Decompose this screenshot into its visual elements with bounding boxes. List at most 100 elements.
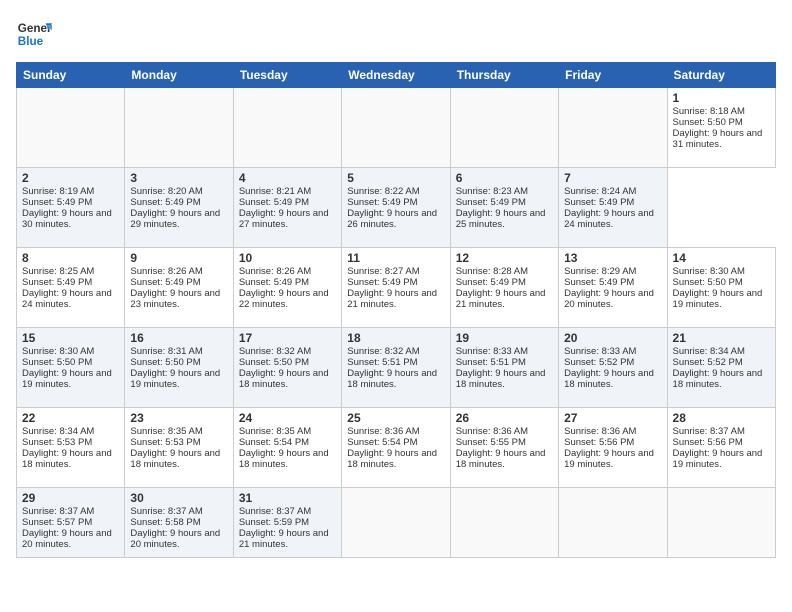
calendar-cell [125,88,233,168]
sunrise-text: Sunrise: 8:37 AM [130,506,227,517]
day-number: 26 [456,411,553,425]
calendar-day-4: 4Sunrise: 8:21 AMSunset: 5:49 PMDaylight… [233,168,341,248]
sunset-text: Sunset: 5:53 PM [130,437,227,448]
sunset-text: Sunset: 5:49 PM [130,197,227,208]
day-number: 6 [456,171,553,185]
day-number: 30 [130,491,227,505]
daylight-text: Daylight: 9 hours and 19 minutes. [22,368,119,390]
calendar-day-14: 14Sunrise: 8:30 AMSunset: 5:50 PMDayligh… [667,248,775,328]
day-number: 5 [347,171,444,185]
header: General Blue [16,16,776,52]
day-number: 20 [564,331,661,345]
calendar-table: SundayMondayTuesdayWednesdayThursdayFrid… [16,62,776,558]
calendar-week-2: 2Sunrise: 8:19 AMSunset: 5:49 PMDaylight… [17,168,776,248]
calendar-day-7: 7Sunrise: 8:24 AMSunset: 5:49 PMDaylight… [559,168,667,248]
calendar-day-15: 15Sunrise: 8:30 AMSunset: 5:50 PMDayligh… [17,328,125,408]
day-number: 22 [22,411,119,425]
weekday-friday: Friday [559,63,667,88]
calendar-cell [667,488,775,558]
sunset-text: Sunset: 5:49 PM [347,277,444,288]
sunset-text: Sunset: 5:56 PM [673,437,770,448]
calendar-week-3: 8Sunrise: 8:25 AMSunset: 5:49 PMDaylight… [17,248,776,328]
weekday-tuesday: Tuesday [233,63,341,88]
calendar-day-9: 9Sunrise: 8:26 AMSunset: 5:49 PMDaylight… [125,248,233,328]
sunrise-text: Sunrise: 8:23 AM [456,186,553,197]
daylight-text: Daylight: 9 hours and 19 minutes. [130,368,227,390]
sunset-text: Sunset: 5:50 PM [130,357,227,368]
day-number: 24 [239,411,336,425]
calendar-day-11: 11Sunrise: 8:27 AMSunset: 5:49 PMDayligh… [342,248,450,328]
sunset-text: Sunset: 5:49 PM [239,277,336,288]
calendar-day-16: 16Sunrise: 8:31 AMSunset: 5:50 PMDayligh… [125,328,233,408]
day-number: 31 [239,491,336,505]
sunrise-text: Sunrise: 8:20 AM [130,186,227,197]
sunrise-text: Sunrise: 8:24 AM [564,186,661,197]
weekday-saturday: Saturday [667,63,775,88]
sunset-text: Sunset: 5:54 PM [239,437,336,448]
sunrise-text: Sunrise: 8:28 AM [456,266,553,277]
daylight-text: Daylight: 9 hours and 19 minutes. [673,448,770,470]
daylight-text: Daylight: 9 hours and 21 minutes. [456,288,553,310]
sunset-text: Sunset: 5:49 PM [347,197,444,208]
calendar-day-30: 30Sunrise: 8:37 AMSunset: 5:58 PMDayligh… [125,488,233,558]
day-number: 10 [239,251,336,265]
sunset-text: Sunset: 5:54 PM [347,437,444,448]
daylight-text: Daylight: 9 hours and 18 minutes. [347,368,444,390]
daylight-text: Daylight: 9 hours and 18 minutes. [456,448,553,470]
calendar-day-20: 20Sunrise: 8:33 AMSunset: 5:52 PMDayligh… [559,328,667,408]
logo-icon: General Blue [16,16,52,52]
calendar-day-12: 12Sunrise: 8:28 AMSunset: 5:49 PMDayligh… [450,248,558,328]
day-number: 12 [456,251,553,265]
calendar-cell [342,488,450,558]
svg-text:Blue: Blue [18,35,44,48]
sunset-text: Sunset: 5:59 PM [239,517,336,528]
calendar-week-5: 22Sunrise: 8:34 AMSunset: 5:53 PMDayligh… [17,408,776,488]
sunset-text: Sunset: 5:57 PM [22,517,119,528]
calendar-day-28: 28Sunrise: 8:37 AMSunset: 5:56 PMDayligh… [667,408,775,488]
sunrise-text: Sunrise: 8:25 AM [22,266,119,277]
calendar-day-6: 6Sunrise: 8:23 AMSunset: 5:49 PMDaylight… [450,168,558,248]
daylight-text: Daylight: 9 hours and 22 minutes. [239,288,336,310]
calendar-day-5: 5Sunrise: 8:22 AMSunset: 5:49 PMDaylight… [342,168,450,248]
day-number: 11 [347,251,444,265]
day-number: 4 [239,171,336,185]
day-number: 28 [673,411,770,425]
day-number: 15 [22,331,119,345]
sunset-text: Sunset: 5:49 PM [456,277,553,288]
day-number: 19 [456,331,553,345]
weekday-thursday: Thursday [450,63,558,88]
day-number: 2 [22,171,119,185]
sunrise-text: Sunrise: 8:30 AM [22,346,119,357]
sunrise-text: Sunrise: 8:26 AM [239,266,336,277]
sunset-text: Sunset: 5:56 PM [564,437,661,448]
day-number: 17 [239,331,336,345]
sunrise-text: Sunrise: 8:30 AM [673,266,770,277]
calendar-day-25: 25Sunrise: 8:36 AMSunset: 5:54 PMDayligh… [342,408,450,488]
sunrise-text: Sunrise: 8:32 AM [347,346,444,357]
sunset-text: Sunset: 5:50 PM [673,277,770,288]
logo: General Blue [16,16,52,52]
day-number: 25 [347,411,444,425]
sunrise-text: Sunrise: 8:26 AM [130,266,227,277]
day-number: 7 [564,171,661,185]
daylight-text: Daylight: 9 hours and 18 minutes. [456,368,553,390]
daylight-text: Daylight: 9 hours and 27 minutes. [239,208,336,230]
weekday-header-row: SundayMondayTuesdayWednesdayThursdayFrid… [17,63,776,88]
day-number: 18 [347,331,444,345]
sunset-text: Sunset: 5:49 PM [22,277,119,288]
calendar-day-29: 29Sunrise: 8:37 AMSunset: 5:57 PMDayligh… [17,488,125,558]
day-number: 14 [673,251,770,265]
sunset-text: Sunset: 5:49 PM [130,277,227,288]
calendar-day-18: 18Sunrise: 8:32 AMSunset: 5:51 PMDayligh… [342,328,450,408]
sunrise-text: Sunrise: 8:37 AM [22,506,119,517]
sunrise-text: Sunrise: 8:33 AM [564,346,661,357]
daylight-text: Daylight: 9 hours and 20 minutes. [564,288,661,310]
calendar-day-24: 24Sunrise: 8:35 AMSunset: 5:54 PMDayligh… [233,408,341,488]
day-number: 9 [130,251,227,265]
calendar-day-13: 13Sunrise: 8:29 AMSunset: 5:49 PMDayligh… [559,248,667,328]
calendar-day-3: 3Sunrise: 8:20 AMSunset: 5:49 PMDaylight… [125,168,233,248]
day-number: 21 [673,331,770,345]
calendar-cell [450,88,558,168]
day-number: 1 [673,91,770,105]
calendar-week-1: 1Sunrise: 8:18 AMSunset: 5:50 PMDaylight… [17,88,776,168]
